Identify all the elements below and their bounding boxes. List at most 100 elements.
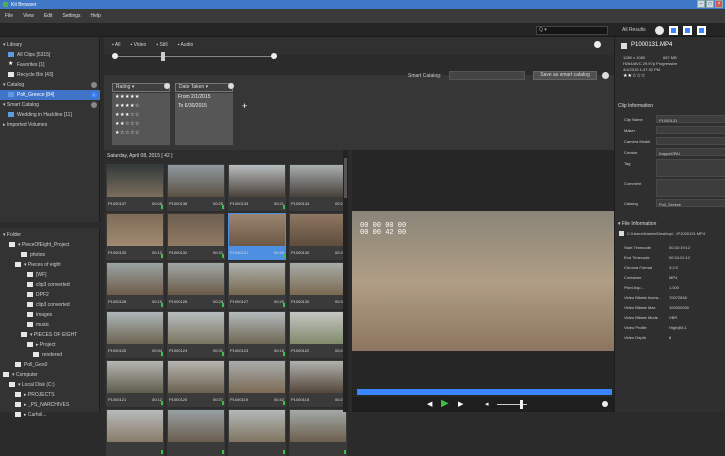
close-icon[interactable]: [602, 72, 609, 79]
folder-item[interactable]: ▾ Pieces of eight: [0, 260, 100, 270]
clip-thumbnail[interactable]: P1000134 00:25: [289, 164, 347, 211]
folder-item[interactable]: ▸ _PS_NARCHIVES: [0, 400, 100, 410]
folder-item[interactable]: ▾ PieceOfEight_Project: [0, 240, 100, 250]
video-frame[interactable]: 00 00 00 00 00 00 42 00: [352, 211, 614, 351]
menu-edit[interactable]: Edit: [44, 13, 53, 19]
settings-icon[interactable]: [655, 26, 664, 35]
clip-thumbnail[interactable]: [228, 409, 286, 456]
size-slider-track[interactable]: [112, 56, 277, 57]
info-icon[interactable]: i: [91, 92, 97, 98]
layout-1-icon[interactable]: [669, 26, 678, 35]
maximize-icon[interactable]: □: [706, 0, 714, 8]
playback-progress-bar[interactable]: [357, 389, 612, 395]
scrollbar-thumb[interactable]: [344, 158, 347, 198]
clip-thumbnail[interactable]: P1000137 00:08: [106, 164, 164, 211]
settings-icon[interactable]: [594, 41, 601, 48]
save-smart-catalog-button[interactable]: Save as smart catalog: [533, 71, 597, 80]
minus-icon[interactable]: [112, 53, 118, 59]
layout-3-icon[interactable]: [697, 26, 706, 35]
previous-frame-icon[interactable]: ◀: [427, 401, 432, 408]
folder-item[interactable]: rendered: [0, 350, 100, 360]
filter-audio[interactable]: ▪ Audio: [178, 42, 194, 48]
filter-still[interactable]: ▪ Still: [156, 42, 167, 48]
library-item-all-clips[interactable]: All Clips [5315]: [0, 50, 100, 60]
menu-file[interactable]: File: [5, 13, 13, 19]
library-item-smart-catalog[interactable]: ▾ Smart Catalog: [0, 100, 100, 110]
folder-item[interactable]: Poll_Geo0: [0, 360, 100, 370]
clip-thumbnail[interactable]: P1000128 00:28: [167, 262, 225, 309]
filter-video[interactable]: ▪ Video: [130, 42, 146, 48]
add-filter-button[interactable]: +: [242, 101, 247, 111]
library-item-recycle-bin[interactable]: Recycle Bin [43]: [0, 70, 100, 80]
library-item-favorites[interactable]: ★ Favorites [1]: [0, 60, 100, 70]
folder-item[interactable]: ▾ PIECES OF EIGHT: [0, 330, 100, 340]
folder-item[interactable]: clip3 converted: [0, 280, 100, 290]
size-slider-thumb[interactable]: [161, 52, 165, 61]
rating-5[interactable]: ★★★★★: [112, 93, 170, 102]
rating-4[interactable]: ★★★★☆: [112, 102, 170, 111]
menu-settings[interactable]: Settings: [62, 13, 80, 19]
clip-field-value[interactable]: [656, 179, 725, 197]
layout-2-icon[interactable]: [683, 26, 692, 35]
library-header[interactable]: ▾ Library: [0, 40, 100, 50]
plus-icon[interactable]: [271, 53, 277, 59]
clip-thumbnail[interactable]: P1000133 00:21: [228, 164, 286, 211]
clip-thumbnail[interactable]: P1000118 00:23: [289, 360, 347, 407]
file-info-header[interactable]: ▾ File Information: [618, 221, 656, 227]
clip-thumbnail[interactable]: P1000128 00:15: [106, 262, 164, 309]
volume-icon[interactable]: ◂: [485, 401, 489, 408]
minimize-icon[interactable]: –: [697, 0, 705, 8]
remove-filter-icon[interactable]: [164, 83, 170, 89]
clip-field-value[interactable]: KappaOPAl: [656, 148, 725, 156]
close-icon[interactable]: ×: [715, 0, 723, 8]
folder-item[interactable]: images: [0, 310, 100, 320]
library-item-catalog[interactable]: ▾ Catalog: [0, 80, 100, 90]
clip-thumbnail[interactable]: P1000127 00:20: [228, 262, 286, 309]
clip-field-value[interactable]: P1000131: [656, 115, 725, 123]
clip-thumbnail[interactable]: P1000130 00:38: [289, 262, 347, 309]
clip-field-value[interactable]: [656, 137, 725, 145]
clip-field-value[interactable]: [656, 126, 725, 134]
folder-item[interactable]: ▾ Computer: [0, 370, 100, 380]
folder-header[interactable]: ▾ Folder: [0, 230, 100, 240]
clip-thumbnail[interactable]: P1000133 00:12: [106, 213, 164, 260]
clip-thumbnail[interactable]: P1000138 00:25: [167, 164, 225, 211]
library-item-imported-volumes[interactable]: ▸ Imported Volumes: [0, 120, 100, 130]
folder-item[interactable]: photos: [0, 250, 100, 260]
clip-thumbnail[interactable]: [167, 409, 225, 456]
folder-item[interactable]: ▾ Local Disk (C:): [0, 380, 100, 390]
rating-3[interactable]: ★★★☆☆: [112, 111, 170, 120]
clip-thumbnail[interactable]: [289, 409, 347, 456]
clip-field-value[interactable]: Poll_Greece: [656, 199, 725, 207]
clip-thumbnail[interactable]: P1000130 00:32: [289, 213, 347, 260]
folder-item[interactable]: music: [0, 320, 100, 330]
rating-1[interactable]: ★☆☆☆☆: [112, 129, 170, 138]
rating-2[interactable]: ★★☆☆☆: [112, 120, 170, 129]
volume-slider-thumb[interactable]: [520, 400, 523, 409]
library-item-poll-greece[interactable]: Poll_Greece [84] i: [0, 90, 100, 100]
date-from[interactable]: From 2/1/2015: [175, 93, 233, 102]
menu-view[interactable]: View: [23, 13, 34, 19]
clip-thumbnail[interactable]: P1000121 00:12: [106, 360, 164, 407]
search-input[interactable]: Q ▾: [536, 26, 608, 35]
folder-item[interactable]: [WF]: [0, 270, 100, 280]
folder-item[interactable]: ▸ Project: [0, 340, 100, 350]
smart-catalog-input[interactable]: [449, 71, 525, 80]
folder-item[interactable]: ▸ PROJECTS: [0, 390, 100, 400]
clip-thumbnail[interactable]: P1000119 00:42: [228, 360, 286, 407]
clip-thumbnail[interactable]: P1000132 00:31: [167, 213, 225, 260]
clip-thumbnail[interactable]: P1000131 00:40: [228, 213, 286, 260]
rating-dropdown[interactable]: Rating ▾: [112, 83, 170, 92]
remove-filter-icon[interactable]: [228, 83, 234, 89]
info-icon[interactable]: [602, 401, 608, 407]
rating-stars[interactable]: ★★☆☆☆: [623, 73, 645, 79]
grid-scrollbar[interactable]: [343, 150, 348, 412]
date-dropdown[interactable]: Date Taken ▾: [175, 83, 233, 92]
folder-item[interactable]: DPF2: [0, 290, 100, 300]
date-to[interactable]: To 6/30/2015: [175, 102, 233, 111]
clip-field-value[interactable]: [656, 159, 725, 177]
filter-all[interactable]: ▪ All: [112, 42, 120, 48]
clip-thumbnail[interactable]: P1000120 00:37: [167, 360, 225, 407]
next-frame-icon[interactable]: ▶: [458, 401, 463, 408]
clip-thumbnail[interactable]: P1000123 00:15: [228, 311, 286, 358]
